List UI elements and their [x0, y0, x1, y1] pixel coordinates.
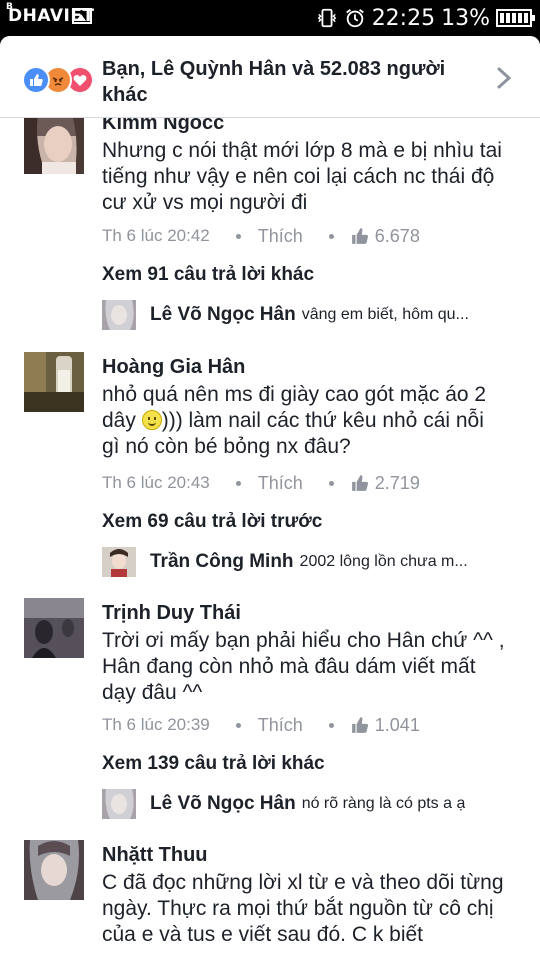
comment-time: Th 6 lúc 20:43	[102, 473, 210, 492]
comment-meta: Th 6 lúc 20:43 Thích 2.719	[102, 471, 420, 495]
separator-dot	[235, 233, 241, 239]
comment-text: nhỏ quá nên ms đi giày cao gót mặc áo 2 …	[102, 383, 487, 458]
separator-dot	[328, 233, 334, 239]
reaction-icons	[22, 66, 96, 94]
thumbs-up-icon	[351, 228, 368, 244]
thumbs-up-icon	[351, 717, 368, 733]
avatar[interactable]	[24, 598, 84, 658]
view-more-replies[interactable]: Xem 91 câu trả lời khác	[102, 264, 314, 286]
image-icon	[72, 8, 92, 24]
thumbs-up-icon	[351, 475, 368, 491]
comment-author[interactable]: Nhặtt Thuu	[102, 844, 208, 867]
separator-dot	[328, 722, 334, 728]
like-count[interactable]: 6.678	[375, 226, 420, 247]
comment-text: Nhưng c nói thật mới lớp 8 mà e bị nhìu …	[102, 139, 502, 214]
avatar[interactable]	[24, 840, 84, 900]
status-bar: B DHAVIET 22:25 13%	[0, 0, 540, 36]
separator-dot	[235, 480, 241, 486]
comment-text: Trời ơi mấy bạn phải hiểu cho Hân chứ ^^…	[102, 629, 505, 704]
reply-avatar	[102, 789, 136, 819]
alarm-icon	[345, 9, 364, 28]
comment-meta: Th 6 lúc 20:39 Thích 1.041	[102, 713, 420, 737]
like-button[interactable]: Thích	[258, 226, 303, 247]
battery-percent: 13%	[441, 5, 490, 31]
vibrate-icon	[317, 8, 336, 28]
reply-text: 2002 lông lồn chưa m...	[299, 553, 468, 570]
reply-author: Lê Võ Ngọc Hân	[150, 793, 296, 814]
reply-avatar	[102, 547, 136, 577]
reply-author: Trần Công Minh	[150, 551, 294, 572]
view-more-replies[interactable]: Xem 139 câu trả lời khác	[102, 753, 325, 775]
reply-author: Lê Võ Ngọc Hân	[150, 304, 296, 325]
reactions-header[interactable]: Bạn, Lê Quỳnh Hân và 52.083 người khác	[0, 36, 540, 118]
separator-dot	[235, 722, 241, 728]
clock-time: 22:25	[371, 5, 436, 31]
comments-sheet: Bạn, Lê Quỳnh Hân và 52.083 người khác K…	[0, 36, 540, 960]
like-count[interactable]: 1.041	[375, 715, 420, 736]
like-icon	[22, 66, 50, 94]
comment-time: Th 6 lúc 20:42	[102, 226, 210, 245]
reply-preview[interactable]: Lê Võ Ngọc Hân nó rõ ràng là có pts a ạ	[102, 789, 522, 819]
status-icons: 22:25 13%	[316, 4, 535, 32]
view-previous-replies[interactable]: Xem 69 câu trả lời trước	[102, 511, 322, 533]
separator-dot	[328, 480, 334, 486]
avatar[interactable]	[24, 352, 84, 412]
like-count[interactable]: 2.719	[375, 473, 420, 494]
reply-text: vâng em biết, hôm qu...	[301, 306, 469, 323]
chevron-right-icon[interactable]	[494, 66, 514, 90]
reply-preview[interactable]: Trần Công Minh 2002 lông lồn chưa m...	[102, 547, 522, 577]
comment-author[interactable]: Trịnh Duy Thái	[102, 602, 241, 625]
smile-emoji-icon	[141, 410, 162, 430]
reply-preview[interactable]: Lê Võ Ngọc Hân vâng em biết, hôm qu...	[102, 300, 522, 330]
like-button[interactable]: Thích	[258, 473, 303, 494]
avatar[interactable]	[24, 114, 84, 174]
reply-avatar	[102, 300, 136, 330]
reactions-summary: Bạn, Lê Quỳnh Hân và 52.083 người khác	[102, 58, 446, 106]
comment-text: C đã đọc những lời xl từ e và theo dõi t…	[102, 871, 504, 946]
battery-icon	[496, 9, 535, 27]
like-button[interactable]: Thích	[258, 715, 303, 736]
comment-author[interactable]: Hoàng Gia Hân	[102, 356, 245, 379]
reply-text: nó rõ ràng là có pts a ạ	[301, 795, 466, 812]
comment-time: Th 6 lúc 20:39	[102, 715, 210, 734]
comment-meta: Th 6 lúc 20:42 Thích 6.678	[102, 224, 420, 248]
